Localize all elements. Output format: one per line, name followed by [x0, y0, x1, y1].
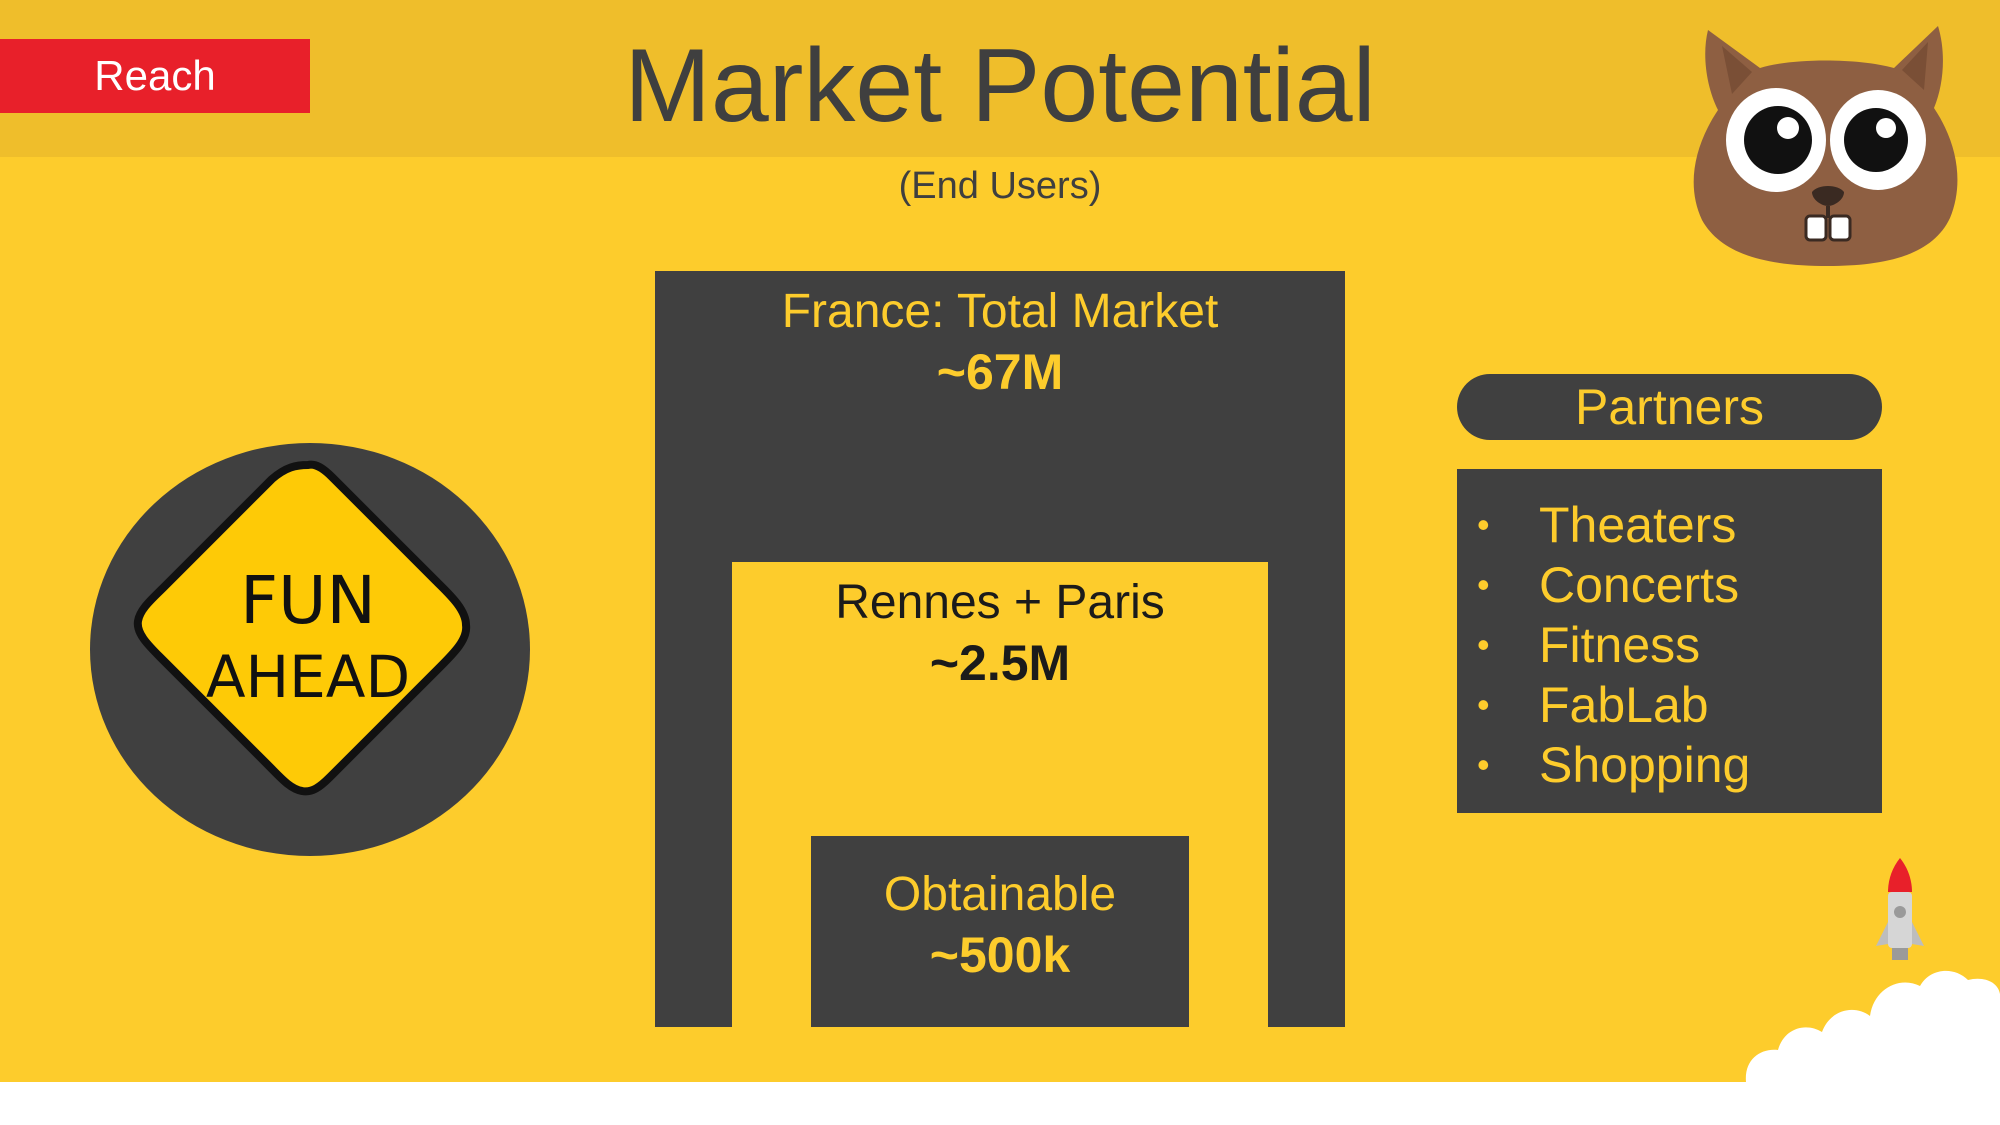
list-item: • Concerts — [1457, 555, 1882, 615]
sign-line-1: FUN — [240, 562, 376, 639]
slide: Reach Market Potential (End Users) FUN A… — [0, 0, 2000, 1082]
list-item: • Fitness — [1457, 615, 1882, 675]
beaver-mascot-icon — [1693, 26, 1958, 266]
partners-list-box: • Theaters • Concerts • Fitness • FabLab • Sh… — [1457, 469, 1882, 813]
list-item: • Shopping — [1457, 735, 1882, 795]
partners-heading: Partners — [1457, 374, 1882, 440]
page-subtitle: (End Users) — [898, 165, 1102, 207]
total-market-label: France: Total Market — [781, 285, 1219, 338]
partner-label: Theaters — [1539, 497, 1737, 553]
bullet-icon: • — [1477, 624, 1490, 665]
partner-label: FabLab — [1539, 677, 1709, 733]
obtainable-market-box: Obtainable ~500k — [811, 836, 1189, 1027]
total-market-value: ~67M — [936, 344, 1064, 400]
obtainable-market-value: ~500k — [929, 927, 1071, 983]
list-item: • Theaters — [1457, 495, 1882, 555]
sign-line-2: AHEAD — [206, 643, 410, 711]
page-title: Market Potential — [624, 28, 1376, 144]
obtainable-market-label: Obtainable — [883, 868, 1117, 921]
serviceable-market-value: ~2.5M — [929, 635, 1071, 691]
fun-ahead-sign-icon: FUN AHEAD — [133, 460, 471, 796]
bullet-icon: • — [1477, 564, 1490, 605]
bullet-icon: • — [1477, 504, 1490, 545]
rocket-icon — [1745, 858, 2000, 1082]
bullet-icon: • — [1477, 684, 1490, 725]
serviceable-market-label: Rennes + Paris — [835, 576, 1165, 629]
partner-label: Shopping — [1539, 737, 1751, 793]
list-item: • FabLab — [1457, 675, 1882, 735]
partners-list: • Theaters • Concerts • Fitness • FabLab • Sh… — [1457, 469, 1882, 795]
section-tag: Reach — [0, 39, 310, 113]
partner-label: Fitness — [1539, 617, 1701, 673]
partner-label: Concerts — [1539, 557, 1740, 613]
bullet-icon: • — [1477, 744, 1490, 785]
